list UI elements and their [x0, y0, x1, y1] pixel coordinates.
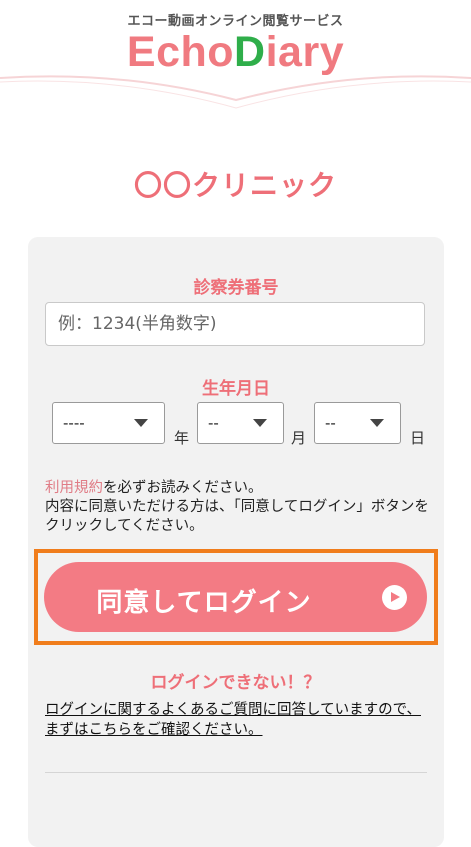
birth-day-value: -- [325, 414, 336, 432]
birth-day-select[interactable]: -- [314, 402, 401, 444]
echodiary-logo[interactable]: EchoDiary [0, 28, 471, 76]
birth-month-select[interactable]: -- [197, 402, 284, 444]
notice-line1: を必ずお読みください。 [103, 480, 263, 496]
logo-echo: Echo [126, 28, 235, 76]
terms-link[interactable]: 利用規約 [45, 480, 103, 496]
month-unit: 月 [291, 429, 307, 447]
agree-login-button[interactable]: 同意してログイン [44, 562, 427, 632]
year-unit: 年 [174, 429, 190, 447]
service-tagline: エコー動画オンライン閲覧サービス [127, 14, 344, 29]
day-unit: 日 [410, 429, 426, 447]
login-form-card: 診察券番号 生年月日 ---- 年 -- 月 -- 日 利用規約を必ずお読みくだ… [28, 237, 444, 847]
cant-login-heading: ログインできない！？ [150, 673, 321, 693]
chevron-down-icon [370, 419, 384, 427]
logo-d: D [234, 28, 266, 76]
chevron-down-icon [134, 419, 148, 427]
birthdate-label: 生年月日 [202, 379, 270, 399]
play-circle-icon [382, 585, 407, 610]
chevron-down-icon [253, 419, 267, 427]
logo-iary: iary [265, 28, 345, 76]
faq-link[interactable]: ログインに関するよくあるご質問に回答していますので、まずはこちらをご確認ください… [45, 700, 425, 740]
login-button-label: 同意してログイン [96, 588, 312, 618]
terms-notice: 利用規約を必ずお読みください。 内容に同意いただける方は、「同意してログイン」ボ… [45, 479, 435, 536]
clinic-name: 〇〇クリニック [133, 169, 337, 202]
card-number-label: 診察券番号 [193, 278, 279, 298]
birth-year-value: ---- [63, 414, 85, 432]
notice-line2: 内容に同意いただける方は、「同意してログイン」ボタンをクリックしてください。 [45, 499, 429, 534]
birth-year-select[interactable]: ---- [52, 402, 165, 444]
divider [45, 772, 427, 773]
birth-month-value: -- [208, 414, 219, 432]
card-number-input[interactable] [45, 302, 425, 346]
header: エコー動画オンライン閲覧サービス EchoDiary [0, 0, 471, 140]
